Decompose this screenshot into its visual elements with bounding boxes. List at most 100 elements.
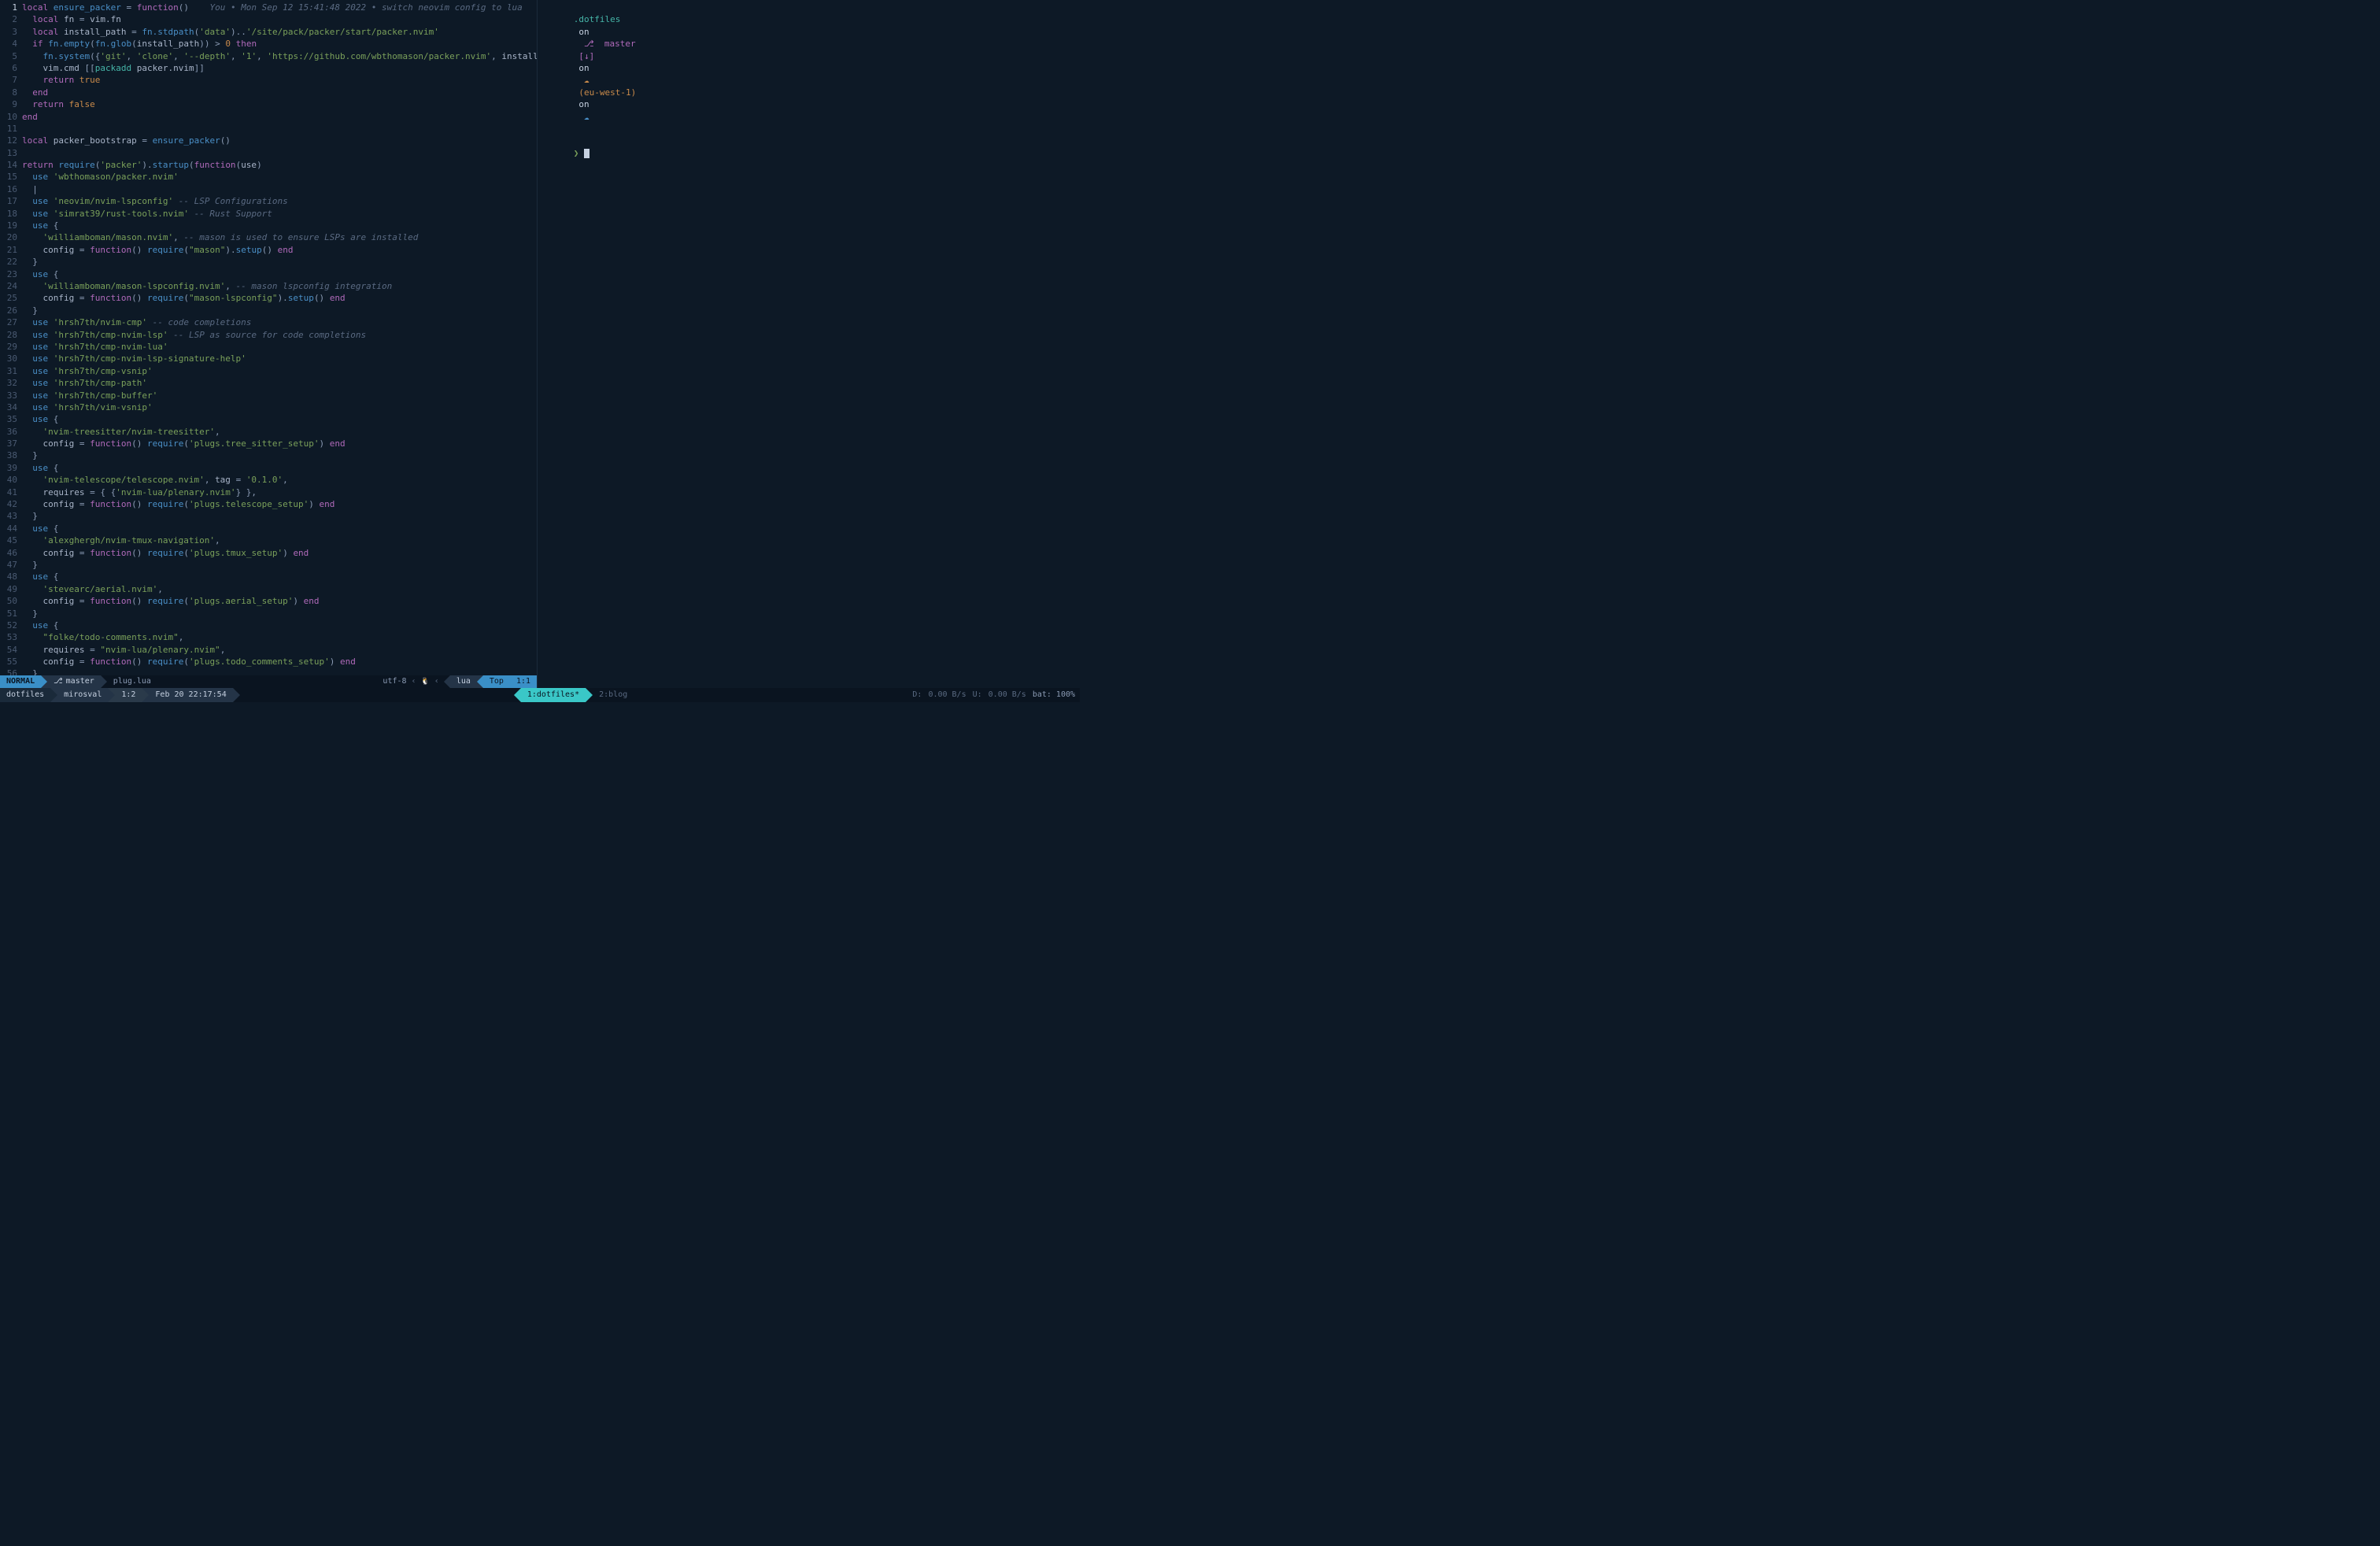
code-line[interactable]: 49 'stevearc/aerial.nvim', — [0, 583, 537, 595]
code-line[interactable]: 7 return true — [0, 74, 537, 86]
code-line[interactable]: 56 } — [0, 668, 537, 675]
code-content[interactable]: use 'hrsh7th/cmp-nvim-lsp-signature-help… — [22, 353, 537, 364]
code-content[interactable]: requires = { {'nvim-lua/plenary.nvim'} }… — [22, 486, 537, 498]
code-content[interactable]: use 'neovim/nvim-lspconfig' -- LSP Confi… — [22, 195, 537, 207]
code-content[interactable]: end — [22, 87, 537, 98]
code-editor[interactable]: 1local ensure_packer = function() You • … — [0, 0, 537, 675]
code-content[interactable]: fn.system({'git', 'clone', '--depth', '1… — [22, 50, 537, 62]
code-content[interactable]: use { — [22, 220, 537, 231]
code-content[interactable]: 'nvim-treesitter/nvim-treesitter', — [22, 426, 537, 438]
code-content[interactable]: | — [22, 183, 537, 195]
code-line[interactable]: 44 use { — [0, 523, 537, 534]
code-content[interactable]: 'stevearc/aerial.nvim', — [22, 583, 537, 595]
code-line[interactable]: 45 'alexghergh/nvim-tmux-navigation', — [0, 534, 537, 546]
code-line[interactable]: 14return require('packer').startup(funct… — [0, 159, 537, 171]
code-content[interactable]: 'nvim-telescope/telescope.nvim', tag = '… — [22, 474, 537, 486]
code-content[interactable]: use 'hrsh7th/cmp-nvim-lua' — [22, 341, 537, 353]
code-line[interactable]: 53 "folke/todo-comments.nvim", — [0, 631, 537, 643]
code-line[interactable]: 40 'nvim-telescope/telescope.nvim', tag … — [0, 474, 537, 486]
tmux-window[interactable]: 2:blog — [593, 690, 634, 701]
code-content[interactable]: if fn.empty(fn.glob(install_path)) > 0 t… — [22, 38, 537, 50]
code-line[interactable]: 35 use { — [0, 413, 537, 425]
code-content[interactable]: config = function() require('plugs.teles… — [22, 498, 537, 510]
code-line[interactable]: 3 local install_path = fn.stdpath('data'… — [0, 26, 537, 38]
code-content[interactable]: local fn = vim.fn — [22, 13, 537, 25]
code-line[interactable]: 20 'williamboman/mason.nvim', -- mason i… — [0, 231, 537, 243]
code-line[interactable]: 18 use 'simrat39/rust-tools.nvim' -- Rus… — [0, 208, 537, 220]
code-content[interactable]: use 'hrsh7th/cmp-path' — [22, 377, 537, 389]
code-line[interactable]: 43 } — [0, 510, 537, 522]
code-line[interactable]: 25 config = function() require("mason-ls… — [0, 292, 537, 304]
code-content[interactable] — [22, 123, 537, 135]
code-line[interactable]: 41 requires = { {'nvim-lua/plenary.nvim'… — [0, 486, 537, 498]
code-line[interactable]: 11 — [0, 123, 537, 135]
code-line[interactable]: 12local packer_bootstrap = ensure_packer… — [0, 135, 537, 146]
code-content[interactable]: } — [22, 608, 537, 620]
code-line[interactable]: 36 'nvim-treesitter/nvim-treesitter', — [0, 426, 537, 438]
code-content[interactable]: use 'simrat39/rust-tools.nvim' -- Rust S… — [22, 208, 537, 220]
code-content[interactable]: config = function() require('plugs.tree_… — [22, 438, 537, 449]
code-content[interactable]: use { — [22, 620, 537, 631]
code-content[interactable]: config = function() require("mason").set… — [22, 244, 537, 256]
code-line[interactable]: 23 use { — [0, 268, 537, 280]
code-line[interactable]: 47 } — [0, 559, 537, 571]
code-content[interactable]: use { — [22, 413, 537, 425]
code-content[interactable]: config = function() require('plugs.todo_… — [22, 656, 537, 668]
code-content[interactable]: return require('packer').startup(functio… — [22, 159, 537, 171]
code-line[interactable]: 16 | — [0, 183, 537, 195]
code-line[interactable]: 6 vim.cmd [[packadd packer.nvim]] — [0, 62, 537, 74]
code-content[interactable]: return true — [22, 74, 537, 86]
code-line[interactable]: 4 if fn.empty(fn.glob(install_path)) > 0… — [0, 38, 537, 50]
code-line[interactable]: 27 use 'hrsh7th/nvim-cmp' -- code comple… — [0, 316, 537, 328]
code-line[interactable]: 15 use 'wbthomason/packer.nvim' — [0, 171, 537, 183]
code-content[interactable]: use 'hrsh7th/nvim-cmp' -- code completio… — [22, 316, 537, 328]
code-line[interactable]: 33 use 'hrsh7th/cmp-buffer' — [0, 390, 537, 401]
code-line[interactable]: 55 config = function() require('plugs.to… — [0, 656, 537, 668]
code-line[interactable]: 9 return false — [0, 98, 537, 110]
tmux-window-active[interactable]: 1:dotfiles* — [521, 688, 586, 702]
code-content[interactable]: use { — [22, 523, 537, 534]
code-line[interactable]: 24 'williamboman/mason-lspconfig.nvim', … — [0, 280, 537, 292]
code-line[interactable]: 39 use { — [0, 462, 537, 474]
code-content[interactable]: use { — [22, 462, 537, 474]
code-line[interactable]: 31 use 'hrsh7th/cmp-vsnip' — [0, 365, 537, 377]
code-content[interactable]: 'williamboman/mason.nvim', -- mason is u… — [22, 231, 537, 243]
code-line[interactable]: 5 fn.system({'git', 'clone', '--depth', … — [0, 50, 537, 62]
code-line[interactable]: 8 end — [0, 87, 537, 98]
code-content[interactable]: } — [22, 449, 537, 461]
code-content[interactable]: use 'hrsh7th/cmp-nvim-lsp' -- LSP as sou… — [22, 329, 537, 341]
code-line[interactable]: 26 } — [0, 305, 537, 316]
code-line[interactable]: 34 use 'hrsh7th/vim-vsnip' — [0, 401, 537, 413]
terminal-pane[interactable]: .dotfiles on ⎇ master [↓] on ☁ (eu-west-… — [537, 0, 1080, 688]
code-line[interactable]: 54 requires = "nvim-lua/plenary.nvim", — [0, 644, 537, 656]
code-line[interactable]: 17 use 'neovim/nvim-lspconfig' -- LSP Co… — [0, 195, 537, 207]
code-line[interactable]: 2 local fn = vim.fn — [0, 13, 537, 25]
code-line[interactable]: 30 use 'hrsh7th/cmp-nvim-lsp-signature-h… — [0, 353, 537, 364]
code-content[interactable]: vim.cmd [[packadd packer.nvim]] — [22, 62, 537, 74]
code-content[interactable]: use 'hrsh7th/vim-vsnip' — [22, 401, 537, 413]
code-content[interactable]: use 'hrsh7th/cmp-buffer' — [22, 390, 537, 401]
code-content[interactable] — [22, 147, 537, 159]
code-line[interactable]: 22 } — [0, 256, 537, 268]
code-content[interactable]: end — [22, 111, 537, 123]
code-line[interactable]: 42 config = function() require('plugs.te… — [0, 498, 537, 510]
code-line[interactable]: 19 use { — [0, 220, 537, 231]
code-line[interactable]: 52 use { — [0, 620, 537, 631]
code-content[interactable]: use { — [22, 268, 537, 280]
code-line[interactable]: 28 use 'hrsh7th/cmp-nvim-lsp' -- LSP as … — [0, 329, 537, 341]
code-content[interactable]: config = function() require("mason-lspco… — [22, 292, 537, 304]
code-line[interactable]: 1local ensure_packer = function() You • … — [0, 2, 537, 13]
code-line[interactable]: 21 config = function() require("mason").… — [0, 244, 537, 256]
code-content[interactable]: local packer_bootstrap = ensure_packer() — [22, 135, 537, 146]
code-line[interactable]: 37 config = function() require('plugs.tr… — [0, 438, 537, 449]
code-line[interactable]: 13 — [0, 147, 537, 159]
code-content[interactable]: use { — [22, 571, 537, 583]
code-content[interactable]: config = function() require('plugs.tmux_… — [22, 547, 537, 559]
code-content[interactable]: "folke/todo-comments.nvim", — [22, 631, 537, 643]
code-content[interactable]: 'alexghergh/nvim-tmux-navigation', — [22, 534, 537, 546]
code-content[interactable]: } — [22, 256, 537, 268]
code-line[interactable]: 51 } — [0, 608, 537, 620]
code-content[interactable]: config = function() require('plugs.aeria… — [22, 595, 537, 607]
code-line[interactable]: 46 config = function() require('plugs.tm… — [0, 547, 537, 559]
code-line[interactable]: 10end — [0, 111, 537, 123]
